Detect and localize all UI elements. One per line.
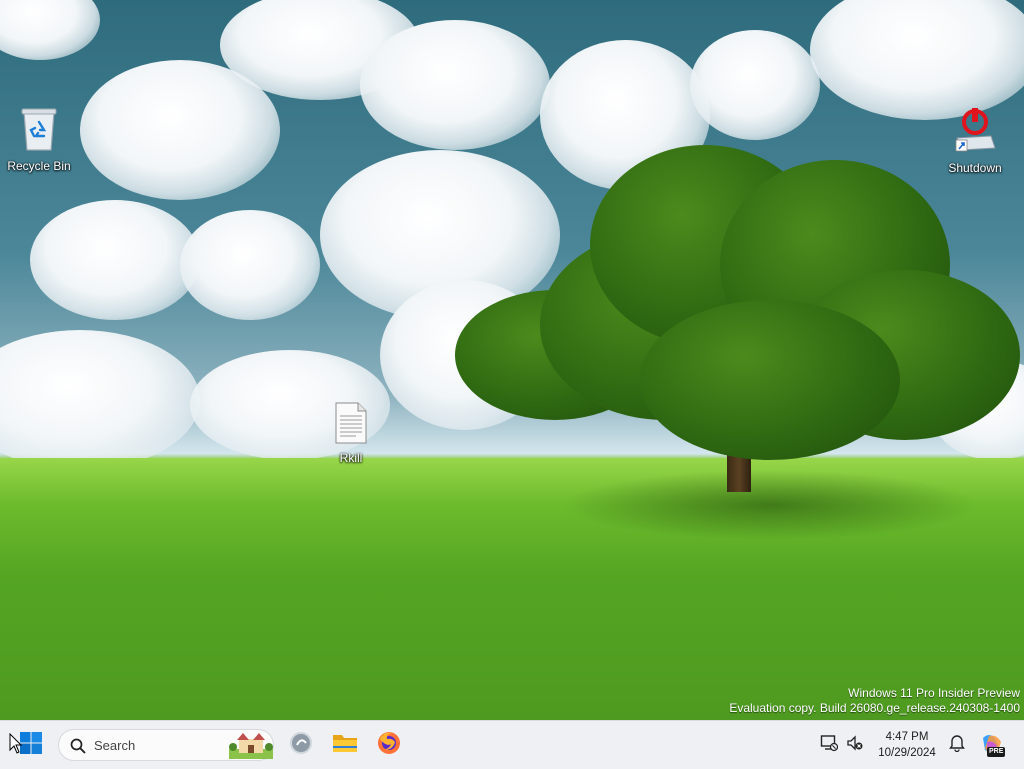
volume-button[interactable] xyxy=(842,727,868,763)
search-box[interactable]: Search xyxy=(58,729,274,761)
copilot-pre-icon: PRE xyxy=(979,732,1006,758)
cloud xyxy=(360,20,550,150)
cloud xyxy=(690,30,820,140)
cloud xyxy=(0,330,200,470)
network-status-button[interactable] xyxy=(816,727,842,763)
tree-canopy xyxy=(640,300,900,460)
firefox-button[interactable] xyxy=(371,727,407,763)
cloud xyxy=(30,200,200,320)
speaker-muted-icon xyxy=(846,734,864,757)
bell-icon xyxy=(949,734,965,757)
desktop-icon-shutdown[interactable]: Shutdown xyxy=(937,108,1013,175)
desktop-icon-recycle-bin[interactable]: Recycle Bin xyxy=(1,106,77,173)
clock-date: 10/29/2024 xyxy=(878,747,936,759)
mouse-cursor xyxy=(9,732,23,760)
desktop-icon-label: Recycle Bin xyxy=(7,159,71,173)
recycle-bin-icon xyxy=(1,106,77,155)
firefox-icon xyxy=(377,731,401,760)
clock[interactable]: 4:47 PM 10/29/2024 xyxy=(872,729,942,761)
copilot-icon xyxy=(289,731,313,760)
tree-shadow xyxy=(560,470,980,540)
text-file-icon xyxy=(313,402,389,447)
folder-icon xyxy=(332,732,358,759)
clock-time: 4:47 PM xyxy=(885,731,929,743)
desktop-icon-label: Rkill xyxy=(339,451,363,465)
notifications-button[interactable] xyxy=(944,727,970,763)
copilot-button[interactable] xyxy=(283,727,319,763)
search-icon xyxy=(70,738,86,759)
watermark-line1: Windows 11 Pro Insider Preview xyxy=(848,686,1020,700)
cloud xyxy=(0,0,100,60)
shutdown-icon xyxy=(937,108,1013,157)
taskbar: Search 4:47 PM 10/29/2024 PRE xyxy=(0,720,1024,769)
desktop[interactable]: Recycle Bin Shutdown Rkill Windows 11 Pr… xyxy=(0,0,1024,720)
cloud xyxy=(180,210,320,320)
watermark-line2: Evaluation copy. Build 26080.ge_release.… xyxy=(729,701,1020,715)
cloud xyxy=(80,60,280,200)
desktop-icon-rkill[interactable]: Rkill xyxy=(313,402,389,465)
cloud xyxy=(810,0,1024,120)
search-highlight-castle-icon xyxy=(229,731,273,764)
desktop-icon-label: Shutdown xyxy=(948,161,1002,175)
network-disconnected-icon xyxy=(820,734,839,757)
file-explorer-button[interactable] xyxy=(327,727,363,763)
pre-badge: PRE xyxy=(987,747,1006,757)
copilot-preview-button[interactable]: PRE xyxy=(976,727,1008,763)
search-label: Search xyxy=(94,738,136,753)
